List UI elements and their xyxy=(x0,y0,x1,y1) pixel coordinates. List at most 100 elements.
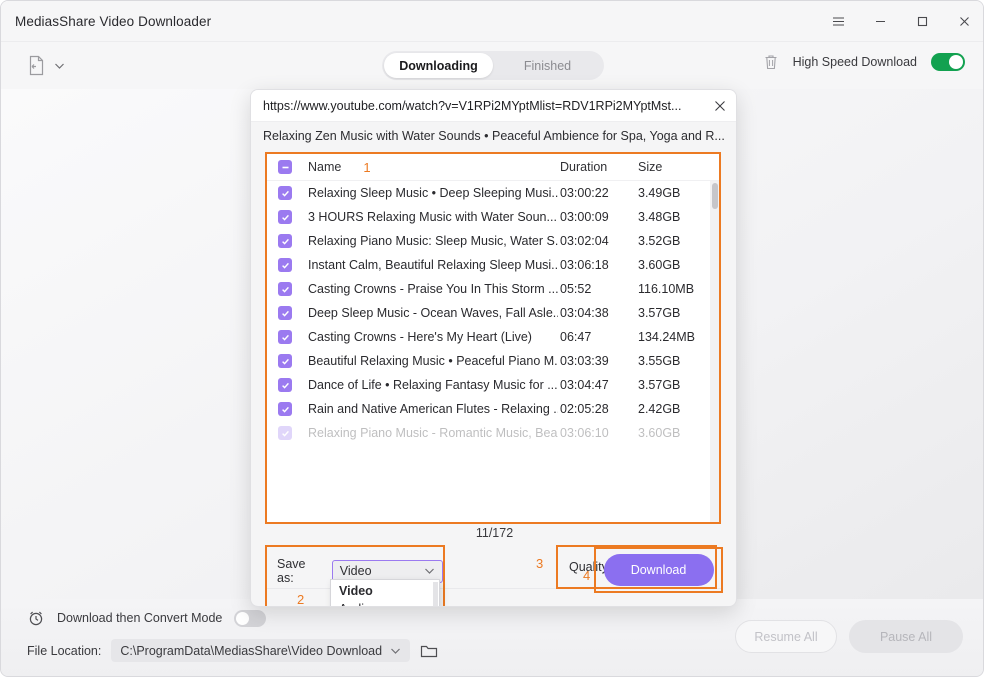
row-duration: 03:03:39 xyxy=(560,354,609,368)
table-row[interactable]: Deep Sleep Music - Ocean Waves, Fall Asl… xyxy=(267,301,719,325)
tab-finished[interactable]: Finished xyxy=(493,53,602,78)
row-title: Dance of Life • Relaxing Fantasy Music f… xyxy=(308,378,558,392)
row-duration: 03:06:10 xyxy=(560,426,609,440)
table-row[interactable]: Relaxing Piano Music - Romantic Music, B… xyxy=(267,421,719,445)
table-row[interactable]: Beautiful Relaxing Music • Peaceful Pian… xyxy=(267,349,719,373)
dropdown-scrollbar[interactable] xyxy=(433,582,438,607)
app-window: MediasShare Video Downloader xyxy=(0,0,984,677)
row-checkbox[interactable] xyxy=(278,330,292,344)
row-duration: 03:02:04 xyxy=(560,234,609,248)
close-icon[interactable] xyxy=(943,1,984,42)
annotation-badge-2: 2 xyxy=(297,592,304,607)
resume-all-button[interactable]: Resume All xyxy=(735,620,837,653)
column-header-name: Name xyxy=(308,160,341,174)
table-row[interactable]: Instant Calm, Beautiful Relaxing Sleep M… xyxy=(267,253,719,277)
tab-downloading[interactable]: Downloading xyxy=(384,53,493,78)
row-checkbox[interactable] xyxy=(278,426,292,440)
bottom-buttons: Resume All Pause All xyxy=(735,620,963,653)
high-speed-download-label: High Speed Download xyxy=(793,55,917,69)
row-checkbox[interactable] xyxy=(278,378,292,392)
list-scrollbar-thumb[interactable] xyxy=(712,183,718,209)
row-size: 116.10MB xyxy=(638,282,694,296)
row-size: 3.60GB xyxy=(638,258,680,272)
row-title: Relaxing Piano Music: Sleep Music, Water… xyxy=(308,234,558,248)
close-icon[interactable] xyxy=(713,99,727,113)
chevron-down-icon xyxy=(390,647,401,655)
row-checkbox[interactable] xyxy=(278,354,292,368)
convert-mode-toggle[interactable] xyxy=(234,610,266,627)
row-size: 2.42GB xyxy=(638,402,680,416)
table-row[interactable]: Dance of Life • Relaxing Fantasy Music f… xyxy=(267,373,719,397)
title-bar: MediasShare Video Downloader xyxy=(1,1,984,42)
list-header: Name 1 Duration Size xyxy=(267,154,719,181)
column-header-size: Size xyxy=(638,160,662,174)
table-row[interactable]: Rain and Native American Flutes - Relaxi… xyxy=(267,397,719,421)
table-row[interactable]: Relaxing Sleep Music • Deep Sleeping Mus… xyxy=(267,181,719,205)
annotation-badge-3: 3 xyxy=(536,556,543,571)
row-duration: 03:00:22 xyxy=(560,186,609,200)
download-button[interactable]: Download xyxy=(604,554,714,586)
row-checkbox[interactable] xyxy=(278,186,292,200)
row-checkbox[interactable] xyxy=(278,210,292,224)
window-controls xyxy=(817,1,984,42)
row-duration: 02:05:28 xyxy=(560,402,609,416)
row-duration: 03:06:18 xyxy=(560,258,609,272)
row-size: 3.57GB xyxy=(638,306,680,320)
download-region: Download xyxy=(594,547,723,593)
toolbar-left xyxy=(27,55,65,76)
bottom-bar: Download then Convert Mode File Location… xyxy=(1,599,984,676)
folder-icon[interactable] xyxy=(420,643,438,659)
chevron-down-icon[interactable] xyxy=(54,62,65,70)
row-checkbox[interactable] xyxy=(278,282,292,296)
row-size: 3.48GB xyxy=(638,210,680,224)
file-location-label: File Location: xyxy=(27,644,101,658)
dialog-subtitle: Relaxing Zen Music with Water Sounds • P… xyxy=(263,122,728,150)
trash-icon[interactable] xyxy=(763,54,779,71)
maximize-icon[interactable] xyxy=(901,1,943,42)
dropdown-option-audio[interactable]: Audio xyxy=(331,600,439,607)
column-header-duration: Duration xyxy=(560,160,607,174)
row-title: Casting Crowns - Here's My Heart (Live) xyxy=(308,330,558,344)
row-checkbox[interactable] xyxy=(278,258,292,272)
row-title: Casting Crowns - Praise You In This Stor… xyxy=(308,282,558,296)
row-title: Relaxing Piano Music - Romantic Music, B… xyxy=(308,426,558,440)
table-row[interactable]: Casting Crowns - Praise You In This Stor… xyxy=(267,277,719,301)
pause-all-button[interactable]: Pause All xyxy=(849,620,963,653)
high-speed-download-toggle[interactable] xyxy=(931,53,965,71)
row-duration: 05:52 xyxy=(560,282,591,296)
row-duration: 03:04:47 xyxy=(560,378,609,392)
video-rows: Relaxing Sleep Music • Deep Sleeping Mus… xyxy=(267,181,719,522)
file-location-value: C:\ProgramData\MediasShare\Video Downloa… xyxy=(120,644,382,658)
dialog-url-text[interactable]: https://www.youtube.com/watch?v=V1RPi2MY… xyxy=(263,99,681,113)
document-import-icon[interactable] xyxy=(27,55,46,76)
save-as-value: Video xyxy=(340,564,372,578)
row-title: Deep Sleep Music - Ocean Waves, Fall Asl… xyxy=(308,306,558,320)
row-title: Instant Calm, Beautiful Relaxing Sleep M… xyxy=(308,258,558,272)
table-row[interactable]: 3 HOURS Relaxing Music with Water Soun..… xyxy=(267,205,719,229)
row-checkbox[interactable] xyxy=(278,402,292,416)
row-checkbox[interactable] xyxy=(278,234,292,248)
menu-icon[interactable] xyxy=(817,1,859,42)
table-row[interactable]: Relaxing Piano Music: Sleep Music, Water… xyxy=(267,229,719,253)
row-size: 3.60GB xyxy=(638,426,680,440)
download-dialog: https://www.youtube.com/watch?v=V1RPi2MY… xyxy=(250,89,737,607)
minimize-icon[interactable] xyxy=(859,1,901,42)
row-size: 3.55GB xyxy=(638,354,680,368)
row-title: Rain and Native American Flutes - Relaxi… xyxy=(308,402,558,416)
list-scrollbar[interactable] xyxy=(710,181,719,522)
row-size: 3.52GB xyxy=(638,234,680,248)
row-duration: 03:04:38 xyxy=(560,306,609,320)
file-location-select[interactable]: C:\ProgramData\MediasShare\Video Downloa… xyxy=(111,639,410,662)
save-as-dropdown: Video Audio Thumbnail xyxy=(330,579,440,607)
dialog-url-bar: https://www.youtube.com/watch?v=V1RPi2MY… xyxy=(251,90,737,122)
row-size: 3.57GB xyxy=(638,378,680,392)
row-title: Relaxing Sleep Music • Deep Sleeping Mus… xyxy=(308,186,558,200)
row-title: 3 HOURS Relaxing Music with Water Soun..… xyxy=(308,210,558,224)
row-duration: 03:00:09 xyxy=(560,210,609,224)
dropdown-option-video[interactable]: Video xyxy=(331,582,439,600)
row-checkbox[interactable] xyxy=(278,306,292,320)
select-all-checkbox[interactable] xyxy=(278,160,292,174)
toolbar-right: High Speed Download xyxy=(763,53,965,71)
annotation-badge-1: 1 xyxy=(363,160,370,175)
table-row[interactable]: Casting Crowns - Here's My Heart (Live)0… xyxy=(267,325,719,349)
